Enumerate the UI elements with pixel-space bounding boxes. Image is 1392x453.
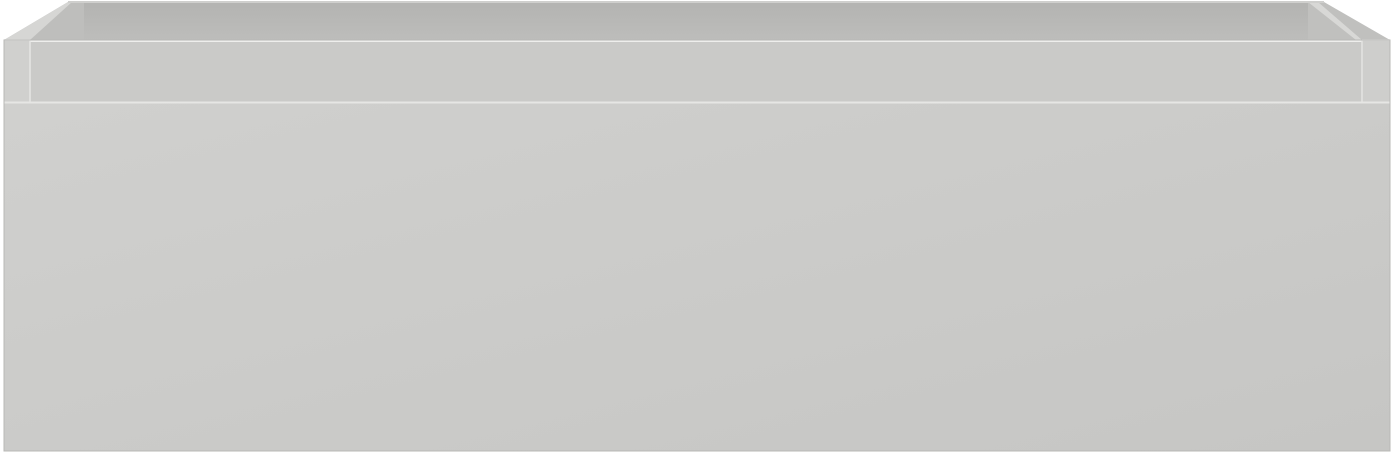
drawer-left-corner bbox=[4, 40, 30, 102]
drawer-render bbox=[0, 0, 1392, 453]
drawer-inner-panel bbox=[30, 40, 1362, 102]
drawer-front-panel[interactable] bbox=[4, 102, 1390, 451]
drawer-inner-back bbox=[84, 2, 1308, 40]
drawer-illustration bbox=[3, 1, 1391, 452]
drawer-right-corner bbox=[1362, 40, 1390, 102]
